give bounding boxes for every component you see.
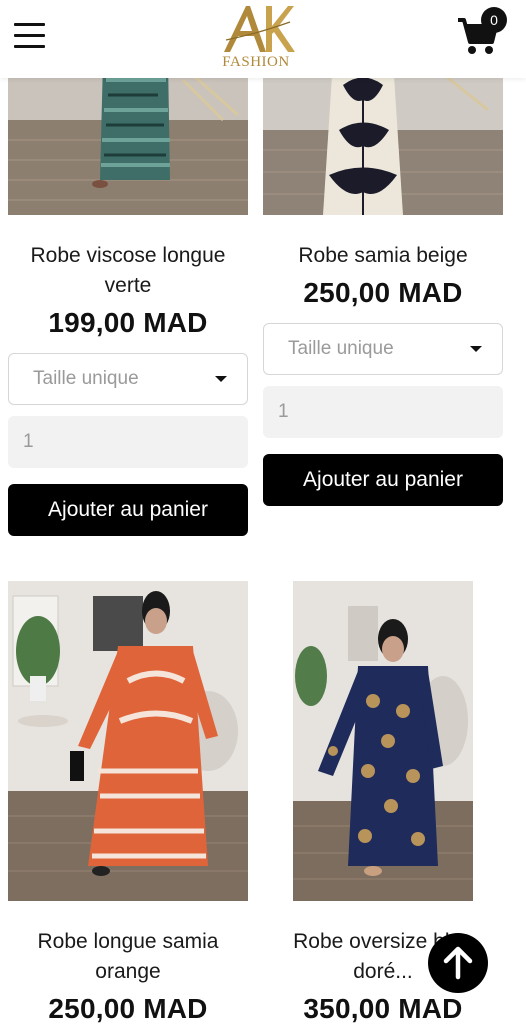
size-select-value: Taille unique — [33, 368, 139, 389]
product-listing-page: FASHION 0 Robe viscose longue verte 199,… — [0, 0, 526, 1028]
cart-button[interactable]: 0 — [456, 7, 507, 58]
size-select[interactable]: Taille unique — [8, 353, 248, 405]
chevron-down-icon — [470, 346, 482, 352]
product-price: 250,00 MAD — [48, 993, 208, 1024]
site-header: FASHION 0 — [0, 0, 526, 78]
product-image[interactable] — [293, 581, 473, 901]
product-price: 350,00 MAD — [303, 993, 463, 1024]
add-to-cart-button[interactable]: Ajouter au panier — [263, 454, 503, 506]
product-price: 250,00 MAD — [303, 277, 463, 308]
product-image[interactable] — [8, 581, 248, 901]
brand-logo[interactable]: FASHION — [216, 2, 296, 72]
logo-subtitle: FASHION — [222, 54, 290, 70]
product-title[interactable]: Robe samia beige — [263, 241, 503, 271]
product-title[interactable]: Robe longue samia orange — [8, 927, 248, 987]
add-to-cart-button[interactable]: Ajouter au panier — [8, 484, 248, 536]
product-price: 199,00 MAD — [48, 307, 208, 338]
product-image[interactable] — [263, 60, 503, 215]
product-image[interactable] — [8, 60, 248, 215]
hamburger-menu-icon[interactable] — [14, 21, 46, 49]
size-select-value: Taille unique — [288, 338, 394, 359]
scroll-to-top-button[interactable] — [428, 933, 488, 993]
quantity-input[interactable]: 1 — [263, 386, 503, 438]
quantity-input[interactable]: 1 — [8, 416, 248, 468]
arrow-up-icon — [443, 946, 473, 980]
product-title[interactable]: Robe viscose longue verte — [8, 241, 248, 301]
size-select[interactable]: Taille unique — [263, 323, 503, 375]
chevron-down-icon — [215, 376, 227, 382]
cart-count-badge: 0 — [481, 7, 507, 33]
logo-mark — [224, 6, 295, 52]
